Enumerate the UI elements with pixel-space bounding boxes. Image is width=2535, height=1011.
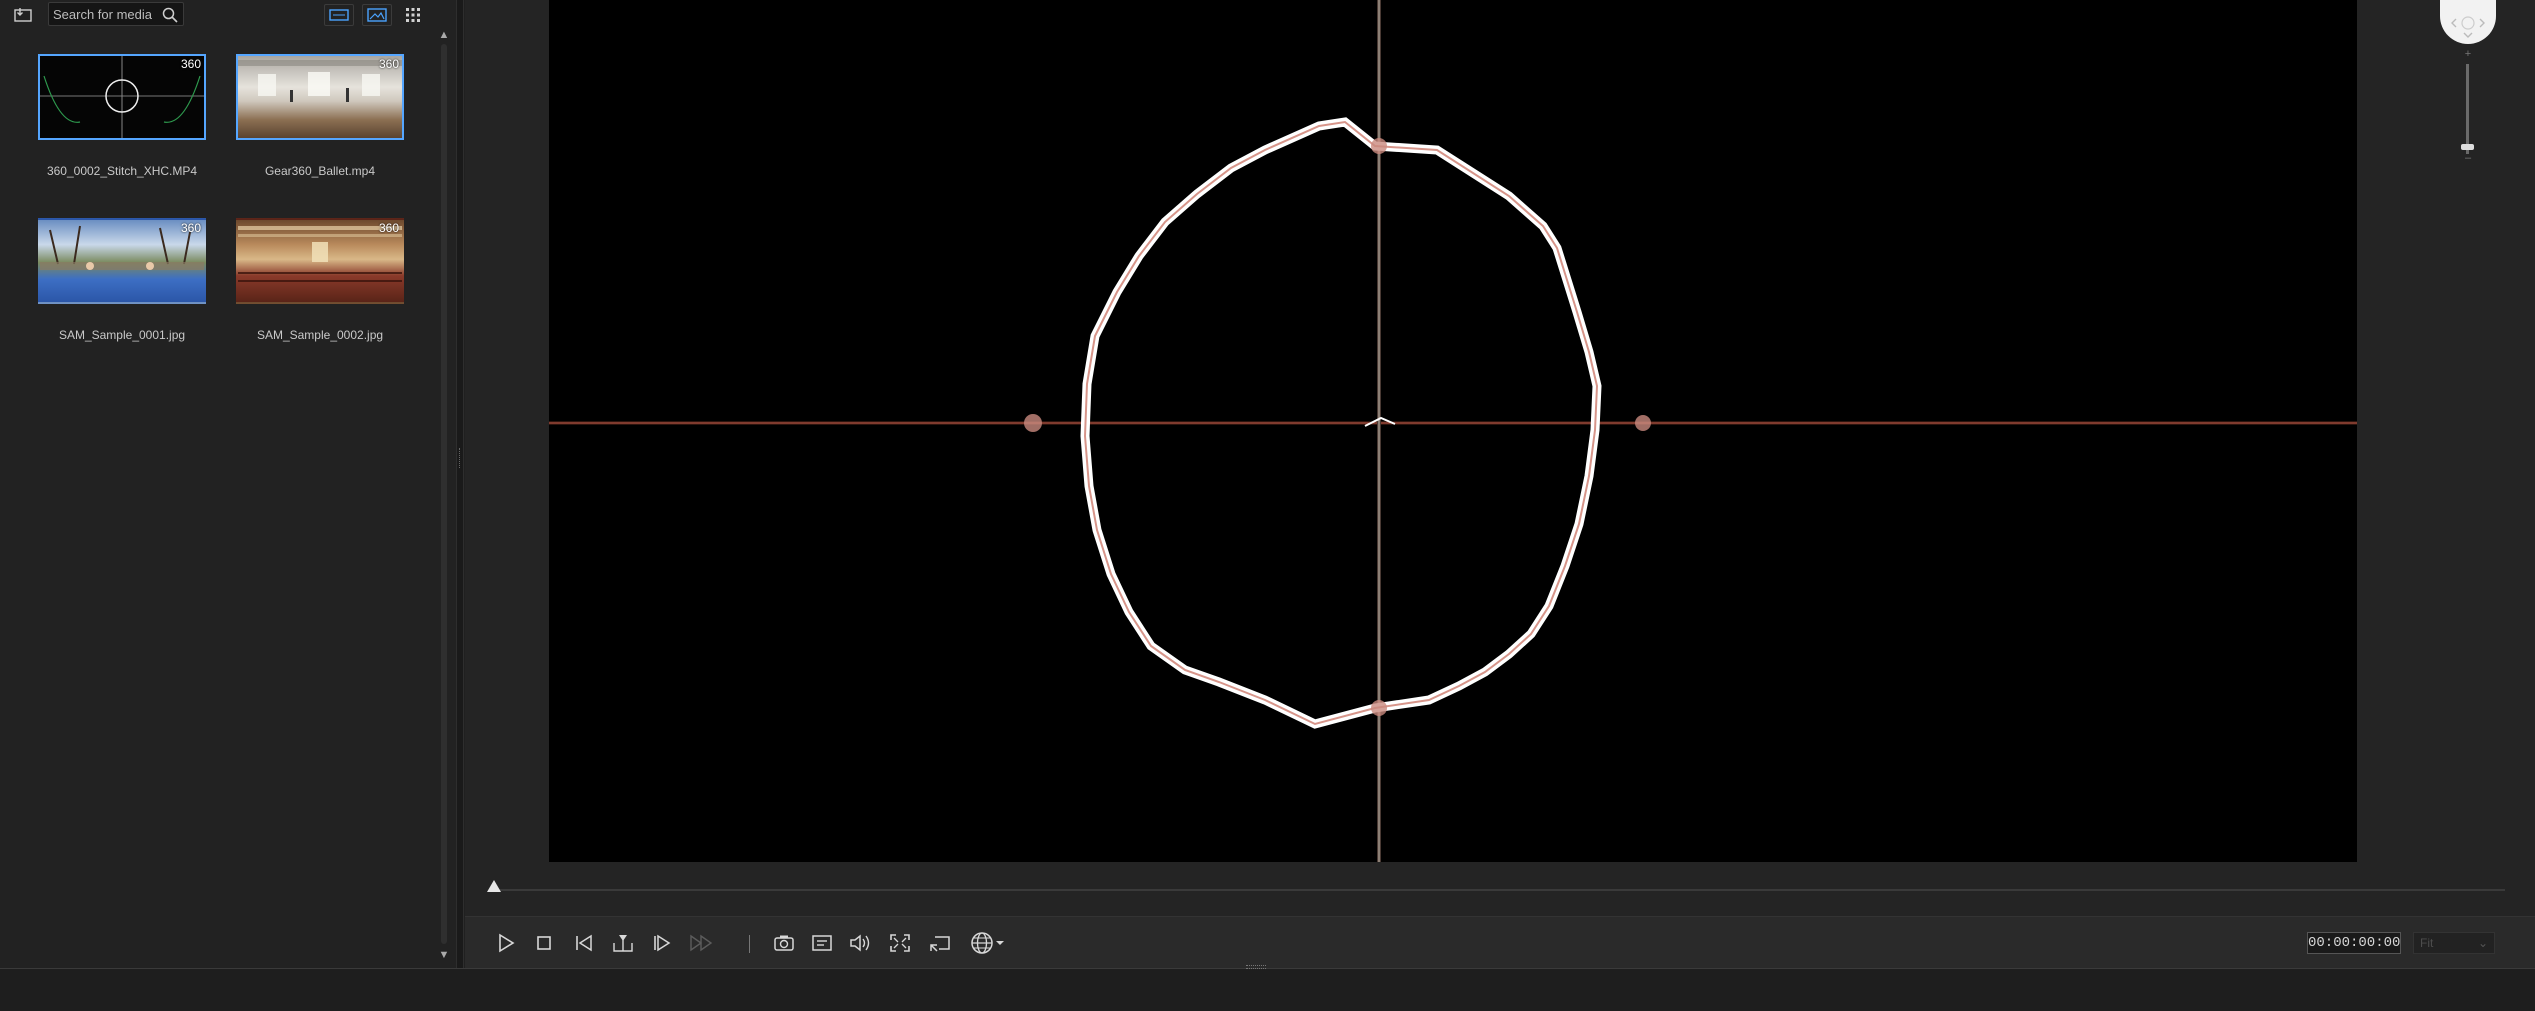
thumbnail-image	[40, 56, 204, 138]
globe-icon	[971, 932, 993, 954]
subtitle-icon	[812, 935, 832, 951]
external-display-button[interactable]	[925, 929, 955, 957]
play-icon	[499, 933, 515, 953]
volume-button[interactable]	[845, 929, 875, 957]
media-name: 360_0002_Stitch_XHC.MP4	[46, 164, 198, 178]
view-thumbnail-icon	[329, 9, 349, 21]
thumbnail-image	[238, 60, 402, 102]
360-view-mode-dropdown[interactable]	[965, 929, 1009, 957]
app-window: 360 360_0002_Stitch_XHC.MP4 360	[0, 0, 2535, 1011]
scroll-track[interactable]	[441, 44, 447, 944]
timeline-resize-grip[interactable]	[1246, 965, 1266, 969]
view-navigation-ball[interactable]	[2440, 0, 2496, 44]
thumbnail-image	[238, 226, 402, 282]
view-thumbnail-button[interactable]	[324, 4, 354, 26]
thumbnail-image	[40, 225, 204, 270]
search-input[interactable]	[53, 5, 157, 23]
split-button[interactable]	[608, 929, 638, 957]
fullscreen-button[interactable]	[885, 929, 915, 957]
panel-splitter[interactable]	[456, 0, 464, 968]
library-scrollbar[interactable]: ▲ ▼	[438, 30, 450, 961]
split-icon	[613, 935, 633, 952]
snapshot-button[interactable]	[769, 929, 799, 957]
view-image-icon	[367, 8, 387, 22]
chevron-down-icon: ⌄	[2477, 936, 2488, 950]
navigation-widget: + –	[2440, 0, 2496, 164]
volume-icon	[850, 934, 870, 952]
scroll-up-arrow-icon[interactable]: ▲	[438, 30, 450, 41]
media-thumbnail[interactable]: 360	[38, 218, 206, 304]
pan-arrows-icon	[2451, 16, 2485, 38]
camera-icon	[774, 935, 794, 951]
import-media-button[interactable]	[12, 4, 36, 26]
stop-button[interactable]	[529, 929, 559, 957]
view-image-button[interactable]	[362, 4, 392, 26]
grid-icon	[406, 8, 420, 22]
zoom-slider-thumb[interactable]	[2461, 144, 2474, 150]
media-library-panel: 360 360_0002_Stitch_XHC.MP4 360	[0, 0, 456, 968]
preview-panel: + – 00:00:00:00 Fit ⌄	[465, 0, 2535, 968]
next-frame-icon	[654, 934, 671, 952]
media-item[interactable]: 360 Gear360_Ballet.mp4	[236, 40, 404, 190]
library-toolbar	[0, 0, 456, 30]
media-name: SAM_Sample_0002.jpg	[256, 328, 384, 342]
zoom-in-label[interactable]: +	[2461, 48, 2475, 60]
360-badge: 360	[378, 221, 399, 235]
media-item[interactable]: 360 SAM_Sample_0001.jpg	[38, 204, 206, 354]
media-item[interactable]: 360 360_0002_Stitch_XHC.MP4	[38, 40, 206, 190]
zoom-out-label[interactable]: –	[2461, 152, 2475, 164]
timecode-display[interactable]: 00:00:00:00	[2307, 932, 2401, 954]
external-display-icon	[930, 936, 950, 952]
previous-frame-icon	[576, 934, 592, 952]
scroll-down-arrow-icon[interactable]: ▼	[438, 950, 450, 961]
fast-forward-button[interactable]	[687, 929, 717, 957]
media-name: SAM_Sample_0001.jpg	[58, 328, 186, 342]
scrubber-track[interactable]	[493, 889, 2505, 891]
grid-view-button[interactable]	[402, 4, 424, 26]
subtitle-button[interactable]	[807, 929, 837, 957]
video-preview-canvas[interactable]	[549, 0, 2357, 862]
media-thumbnail[interactable]: 360	[38, 54, 206, 140]
next-frame-button[interactable]	[647, 929, 677, 957]
media-thumbnail[interactable]: 360	[236, 218, 404, 304]
play-button[interactable]	[491, 929, 521, 957]
search-box	[48, 2, 184, 26]
previous-frame-button[interactable]	[569, 929, 599, 957]
zoom-slider-track[interactable]	[2466, 64, 2469, 154]
media-item[interactable]: 360 SAM_Sample_0002.jpg	[236, 204, 404, 354]
zoom-fit-select[interactable]: Fit ⌄	[2413, 932, 2495, 954]
playback-controls: 00:00:00:00 Fit ⌄	[465, 916, 2535, 968]
media-name: Gear360_Ballet.mp4	[264, 164, 376, 178]
timeline-area	[0, 965, 2535, 1011]
timeline-scrubber[interactable]	[485, 878, 2515, 902]
fullscreen-icon	[890, 934, 910, 952]
360-badge: 360	[180, 57, 201, 71]
360-badge: 360	[180, 221, 201, 235]
360-badge: 360	[378, 57, 399, 71]
import-media-icon	[14, 8, 32, 22]
fit-select-value: Fit	[2420, 936, 2434, 950]
fast-forward-icon	[690, 934, 713, 952]
chevron-down-icon	[996, 941, 1004, 945]
video-frame	[549, 0, 2357, 862]
search-icon[interactable]	[161, 6, 179, 24]
playhead-handle[interactable]	[487, 880, 501, 892]
stop-icon	[537, 936, 551, 950]
media-thumbnail[interactable]: 360	[236, 54, 404, 140]
controls-separator	[749, 935, 750, 953]
splitter-grip[interactable]	[459, 448, 461, 468]
